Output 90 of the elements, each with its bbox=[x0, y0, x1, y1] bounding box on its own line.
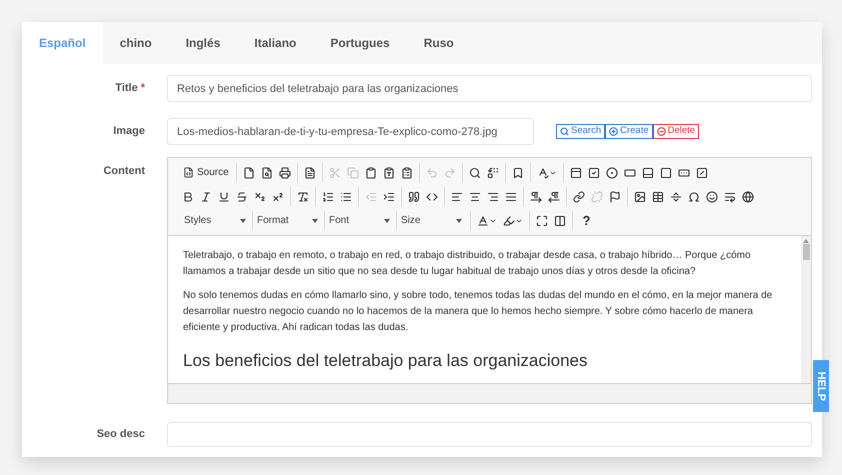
outdent-icon bbox=[365, 190, 377, 202]
form-button-icon bbox=[678, 166, 690, 178]
page-break-icon bbox=[724, 190, 736, 202]
delete-button[interactable]: Delete bbox=[652, 124, 700, 139]
language-tab[interactable]: Ruso bbox=[406, 22, 471, 64]
search-button[interactable]: Search bbox=[556, 124, 606, 139]
toolbar-dropdown[interactable]: Styles bbox=[180, 211, 250, 230]
paragraph: No solo tenemos dudas en cómo llamarlo sino, y sobre todo, tenemos todas las dudas del mundo en el cómo, en la mejor manera de desarrollar nuestro negocio cuando no lo hacemos de la manera que lo hemos hecho siempre. Y sobre cómo hacerlo de manera eficiente y productiva. Ahí radican todas las dudas. bbox=[183, 289, 774, 335]
omega-icon bbox=[688, 190, 700, 202]
text-area-icon bbox=[642, 166, 654, 178]
seo-desc-field[interactable] bbox=[167, 422, 812, 447]
field-label: Seo desc bbox=[96, 427, 145, 442]
spellcheck-icon bbox=[536, 166, 549, 178]
required-mark: * bbox=[140, 81, 145, 96]
toolbar-dropdown[interactable]: Font bbox=[324, 211, 394, 230]
table-icon bbox=[652, 190, 664, 202]
toolbar-dropdown[interactable]: Format bbox=[252, 211, 322, 230]
field-label: Content bbox=[103, 164, 145, 179]
align-left-icon bbox=[451, 190, 463, 202]
caret-icon bbox=[384, 218, 390, 222]
heading: Los beneficios del teletrabajo para las organizaciones bbox=[183, 350, 588, 372]
scissors-icon bbox=[328, 166, 341, 178]
globe-icon bbox=[742, 190, 754, 202]
bold-icon bbox=[182, 190, 194, 202]
copy-icon bbox=[346, 166, 359, 178]
unlink-icon bbox=[591, 190, 603, 202]
remove-format-icon bbox=[297, 190, 309, 202]
caret-icon bbox=[240, 218, 246, 222]
help-button[interactable]: ? bbox=[577, 211, 596, 230]
language-tab[interactable]: Italiano bbox=[237, 22, 314, 64]
checkbox-icon bbox=[588, 166, 600, 178]
scrollbar[interactable] bbox=[801, 236, 811, 383]
clipboard-text-icon bbox=[382, 166, 395, 178]
indent-icon bbox=[383, 190, 395, 202]
radio-icon bbox=[606, 166, 618, 178]
code-icon bbox=[426, 190, 438, 202]
text-color-icon bbox=[477, 214, 489, 226]
code-file-icon bbox=[183, 167, 194, 178]
source-button[interactable]: Source bbox=[180, 163, 232, 182]
page-search-icon bbox=[260, 166, 273, 178]
scroll-thumb[interactable] bbox=[802, 244, 810, 260]
align-justify-icon bbox=[505, 190, 517, 202]
toolbar-dropdown[interactable]: Size bbox=[396, 211, 466, 230]
pilcrow-left-icon bbox=[548, 190, 560, 202]
replace-icon bbox=[486, 166, 499, 178]
superscript-icon bbox=[272, 190, 284, 202]
underline-icon bbox=[218, 190, 230, 202]
form-icon bbox=[570, 166, 582, 178]
subscript-icon bbox=[254, 190, 266, 202]
pilcrow-right-icon bbox=[530, 190, 542, 202]
numbered-list-icon bbox=[322, 190, 334, 202]
quote-icon bbox=[408, 190, 420, 202]
create-icon bbox=[609, 127, 618, 136]
align-right-icon bbox=[487, 190, 499, 202]
image-icon bbox=[634, 190, 646, 202]
show-blocks-icon bbox=[554, 214, 566, 226]
caret-icon bbox=[456, 218, 462, 222]
select-field-icon bbox=[660, 166, 672, 178]
language-tab[interactable]: Portugues bbox=[313, 22, 407, 64]
blank-page-icon bbox=[242, 166, 255, 178]
title-field[interactable]: Retos y beneficios del teletrabajo para las organizaciones bbox=[167, 75, 812, 102]
italic-icon bbox=[200, 190, 212, 202]
language-tab[interactable]: chino bbox=[102, 22, 169, 64]
link-icon bbox=[573, 190, 585, 202]
print-icon bbox=[278, 166, 291, 178]
caret-icon bbox=[312, 218, 318, 222]
align-center-icon bbox=[469, 190, 481, 202]
horizontal-rule-icon bbox=[670, 190, 682, 202]
search-icon bbox=[560, 127, 569, 136]
field-label: Title bbox=[115, 81, 138, 96]
field-label: Image bbox=[113, 124, 145, 140]
clipboard-list-icon bbox=[400, 166, 413, 178]
bookmark-icon bbox=[512, 166, 524, 178]
flag-icon bbox=[609, 190, 621, 202]
smiley-icon bbox=[706, 190, 718, 202]
strikethrough-icon bbox=[236, 190, 248, 202]
language-tab[interactable]: Inglés bbox=[168, 22, 238, 64]
paragraph: Teletrabajo, o trabajo en remoto, o trabajo en red, o trabajo distribuido, o trabajar desde casa, o trabajo híbrido… Porque ¿cómo llamamos a trabajar desde un sitio que no sea desde tu lugar habitual de trabajo unos días y otros desde la oficina? bbox=[183, 249, 752, 279]
redo-icon bbox=[444, 166, 456, 178]
image-field[interactable]: Los-medios-hablaran-de-ti-y-tu-empresa-Te-explico-como-278.jpg bbox=[167, 118, 534, 145]
search-icon bbox=[468, 166, 481, 178]
document-icon bbox=[304, 166, 316, 178]
text-field-icon bbox=[624, 166, 636, 178]
undo-icon bbox=[426, 166, 438, 178]
maximize-icon bbox=[536, 214, 548, 226]
highlight-icon bbox=[503, 214, 515, 226]
delete-icon bbox=[656, 127, 666, 136]
hidden-field-icon bbox=[696, 166, 708, 178]
clipboard-icon bbox=[364, 166, 377, 178]
create-button[interactable]: Create bbox=[605, 124, 653, 139]
